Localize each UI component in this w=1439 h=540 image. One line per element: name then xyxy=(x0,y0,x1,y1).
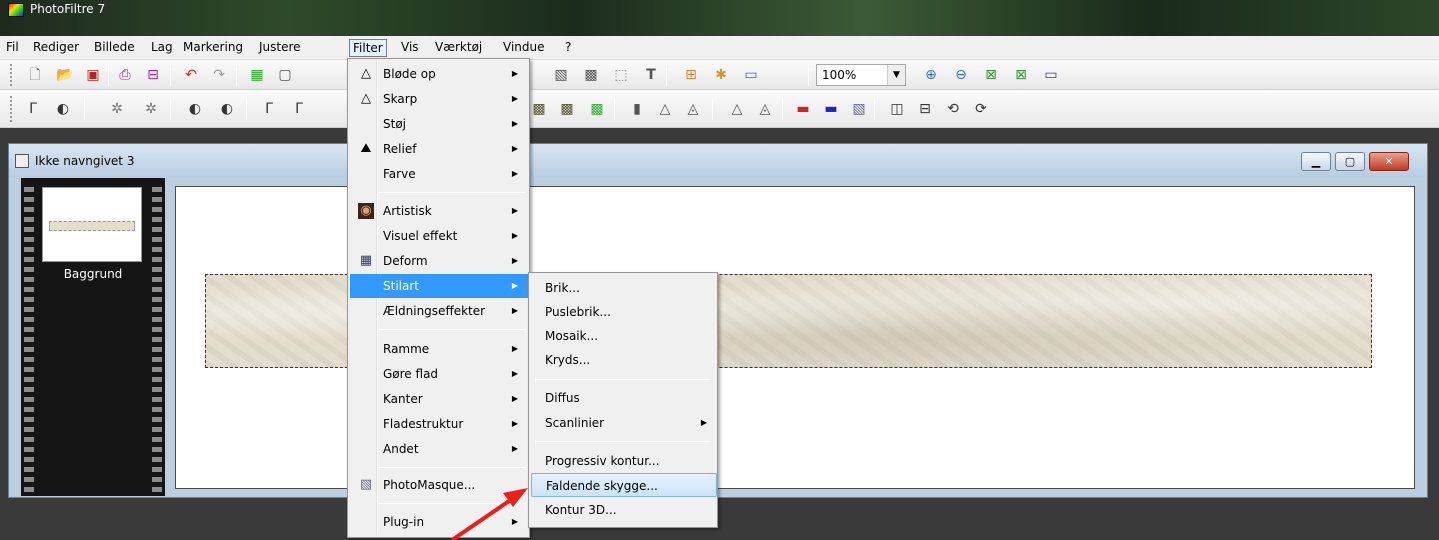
annotation-arrow-line xyxy=(450,495,517,540)
annotation-arrow xyxy=(450,488,528,540)
